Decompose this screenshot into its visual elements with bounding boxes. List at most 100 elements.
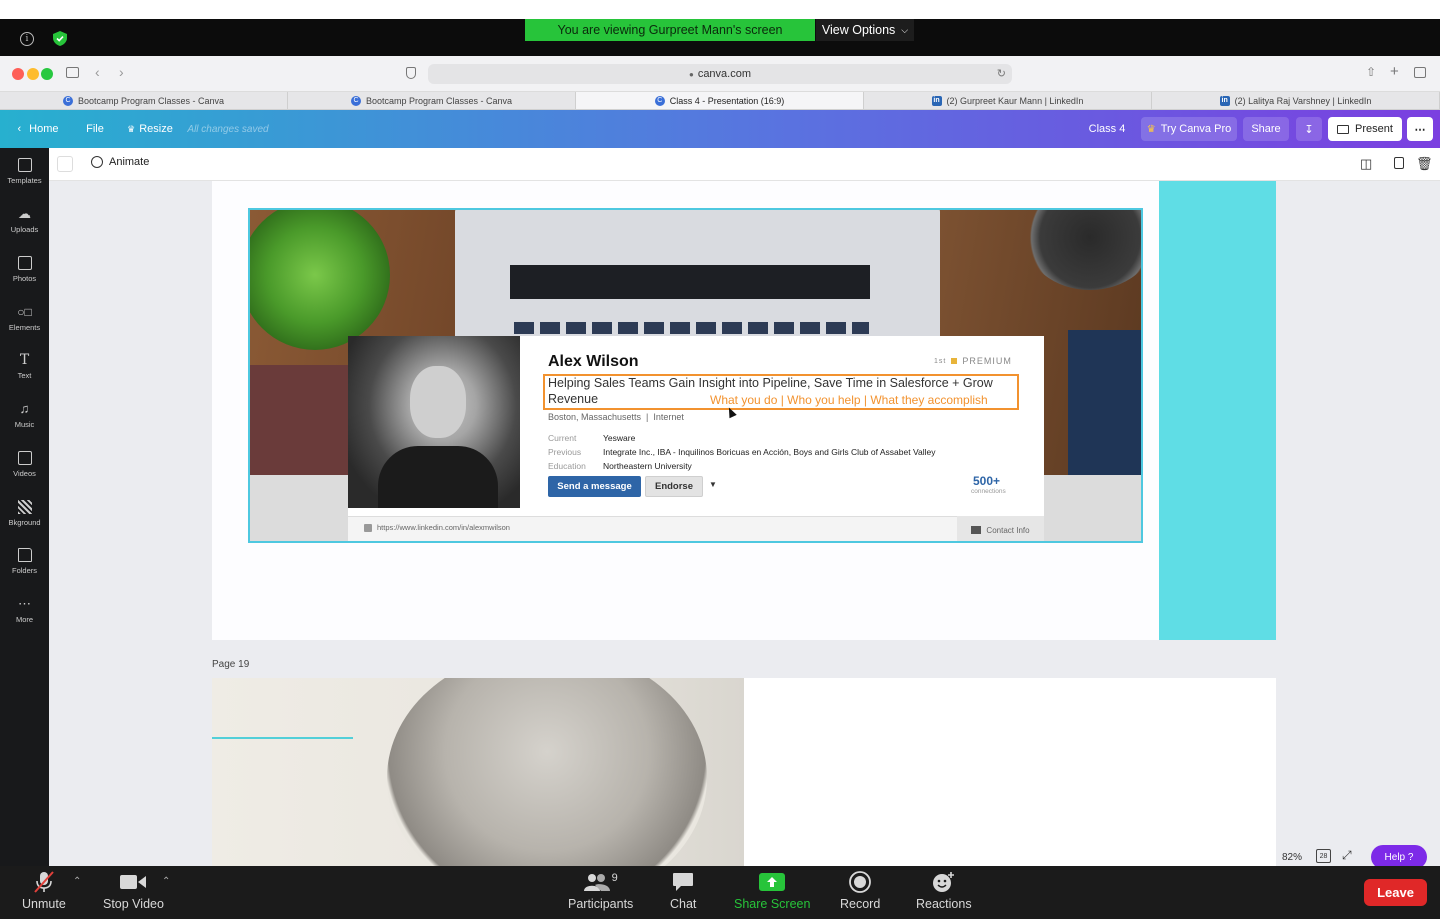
premium-badge: 1st PREMIUM	[934, 356, 1012, 366]
viewing-banner: You are viewing Gurpreet Mann's screen	[525, 19, 815, 41]
sidebar-item-elements[interactable]: ○□ Elements	[0, 305, 49, 332]
zoom-level[interactable]: 82%	[1270, 848, 1314, 866]
sidebar-item-more[interactable]: ⋯ More	[0, 597, 49, 625]
unmute-label: Unmute	[22, 897, 66, 911]
chevron-up-icon[interactable]: ⌃	[162, 876, 170, 887]
sidebar-item-text[interactable]: T Text	[0, 353, 49, 380]
browser-tab[interactable]: C Bootcamp Program Classes - Canva	[288, 92, 576, 109]
profile-name: Alex Wilson	[548, 353, 639, 370]
linkedin-profile-image[interactable]: Alex Wilson 1st PREMIUM Helping Sales Te…	[248, 208, 1143, 543]
present-label: Present	[1355, 123, 1393, 135]
tab-title: Bootcamp Program Classes - Canva	[77, 95, 225, 106]
animate-icon	[91, 156, 103, 168]
fullscreen-icon[interactable]: ⤢	[1342, 848, 1352, 863]
sidebar-item-label: Music	[14, 420, 35, 429]
share-screen-button[interactable]: Share Screen	[734, 872, 810, 911]
current-label: Current	[548, 433, 577, 443]
sidebar-item-templates[interactable]: Templates	[0, 158, 49, 185]
resize-button[interactable]: ♛ Resize	[124, 117, 176, 141]
page-count-button[interactable]: 28	[1316, 849, 1331, 863]
browser-tab[interactable]: C Bootcamp Program Classes - Canva	[0, 92, 288, 109]
sidebar-item-label: Photos	[12, 274, 37, 283]
endorse-button: Endorse	[645, 476, 703, 497]
share-button[interactable]: Share	[1243, 117, 1289, 141]
participants-count: 9	[611, 872, 618, 884]
chevron-up-icon[interactable]: ⌃	[73, 876, 81, 887]
degree-label: 1st	[934, 357, 947, 365]
profile-headline-line1: Helping Sales Teams Gain Insight into Pi…	[548, 376, 993, 390]
sidebar-item-music[interactable]: ♫ Music	[0, 402, 49, 430]
more-options-button[interactable]: ⋯	[1407, 117, 1433, 141]
unmute-button[interactable]: Unmute	[22, 871, 66, 911]
reactions-button[interactable]: Reactions	[916, 872, 972, 911]
leave-button[interactable]: Leave	[1364, 879, 1427, 906]
new-tab-icon[interactable]: +	[1390, 63, 1399, 80]
previous-label: Previous	[548, 447, 582, 457]
background-color-swatch[interactable]	[57, 156, 73, 172]
share-icon[interactable]: ⇧	[1366, 65, 1376, 79]
premium-label: PREMIUM	[962, 356, 1012, 366]
sidebar-item-label: Folders	[11, 566, 37, 575]
home-button[interactable]: ‹ Home	[10, 117, 66, 141]
trash-icon[interactable]: 🗑	[1416, 156, 1433, 172]
background-icon	[17, 500, 32, 514]
canva-icon: C	[654, 95, 665, 106]
view-options-button[interactable]: View Options ⌵	[816, 19, 914, 41]
privacy-shield-icon[interactable]	[406, 67, 416, 79]
canva-icon: C	[350, 95, 361, 106]
browser-tab[interactable]: in (2) Lalitya Raj Varshney | LinkedIn	[1152, 92, 1440, 109]
browser-tab-active[interactable]: C Class 4 - Presentation (16:9)	[576, 92, 864, 109]
profile-face	[410, 366, 466, 438]
portrait-subject	[387, 678, 707, 866]
contact-info-button: Contact Info	[957, 516, 1044, 541]
linkedin-icon: in	[1219, 95, 1230, 106]
back-icon[interactable]: ‹	[95, 64, 100, 80]
profile-photo	[348, 336, 520, 508]
chat-button[interactable]: Chat	[670, 872, 696, 911]
contact-card-icon	[971, 526, 982, 534]
home-label: Home	[29, 123, 59, 135]
participants-button[interactable]: 9 Participants	[568, 872, 633, 911]
sidebar-item-photos[interactable]: Photos	[0, 256, 49, 283]
sidebar-item-videos[interactable]: Videos	[0, 451, 49, 478]
sidebar-item-label: Text	[17, 371, 32, 380]
videos-icon	[17, 451, 32, 465]
premium-icon	[951, 358, 958, 364]
address-bar[interactable]: ● canva.com ↻	[428, 64, 1012, 84]
minimize-window-button[interactable]	[27, 68, 39, 80]
tab-overview-icon[interactable]	[1414, 67, 1426, 78]
share-screen-label: Share Screen	[734, 897, 811, 911]
animate-button[interactable]: Animate	[91, 156, 149, 168]
crown-icon: ♛	[127, 123, 136, 134]
profile-location: Boston, Massachusetts	[548, 412, 642, 422]
woman-portrait-image[interactable]	[212, 678, 744, 866]
browser-tab-strip: C Bootcamp Program Classes - Canva C Bootc…	[0, 92, 1440, 110]
lock-icon[interactable]	[1394, 157, 1404, 169]
sidebar-item-background[interactable]: Bkground	[0, 500, 49, 527]
resize-label: Resize	[139, 123, 173, 135]
sidebar-item-label: Uploads	[10, 225, 39, 234]
record-button[interactable]: Record	[840, 871, 880, 911]
teal-shape[interactable]	[1159, 181, 1276, 640]
browser-tab[interactable]: in (2) Gurpreet Kaur Mann | LinkedIn	[864, 92, 1152, 109]
present-button[interactable]: Present	[1328, 117, 1402, 141]
maximize-window-button[interactable]	[41, 68, 53, 80]
download-button[interactable]: ↧	[1296, 117, 1322, 141]
chevron-down-icon: ⌵	[901, 24, 909, 35]
forward-icon[interactable]: ›	[119, 64, 124, 80]
try-canva-pro-button[interactable]: ♛ Try Canva Pro	[1141, 117, 1237, 141]
leather-notebook-decoration	[250, 365, 350, 475]
page-label: Page 19	[212, 659, 250, 670]
reload-icon[interactable]: ↻	[997, 67, 1006, 80]
sidebar-toggle-icon[interactable]	[66, 67, 79, 78]
close-window-button[interactable]	[12, 68, 24, 80]
security-shield-icon[interactable]	[53, 31, 67, 46]
sidebar-item-uploads[interactable]: ☁ Uploads	[0, 207, 49, 235]
photos-icon	[17, 256, 32, 270]
sidebar-item-folders[interactable]: Folders	[0, 548, 49, 575]
info-icon[interactable]: i	[20, 32, 34, 46]
paint-roller-icon[interactable]: ◫	[1360, 156, 1372, 172]
stop-video-button[interactable]: Stop Video	[103, 872, 164, 911]
document-title[interactable]: Class 4	[1084, 117, 1130, 141]
file-menu[interactable]: File	[80, 117, 110, 141]
